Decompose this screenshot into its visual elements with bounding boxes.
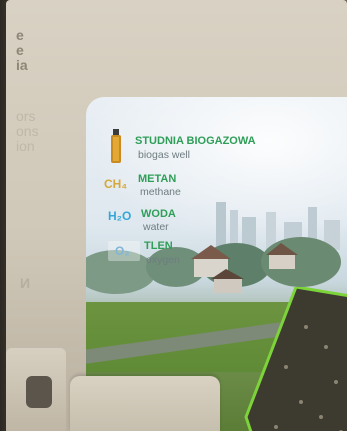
methane-formula: CH₄	[104, 177, 128, 191]
clip-hole	[26, 376, 52, 408]
legend-title-oxygen: TLEN	[144, 240, 173, 252]
biogas-well-icon	[111, 129, 121, 163]
legend-subtitle-methane: methane	[140, 186, 181, 198]
oxygen-formula: O₂	[115, 244, 130, 258]
panel-line: ion	[16, 138, 35, 154]
legend-subtitle-water: water	[143, 221, 169, 233]
mounting-clip	[6, 348, 66, 431]
panel-line: e	[16, 27, 24, 43]
soil-cross-section	[244, 287, 347, 431]
frame-ledge	[70, 376, 220, 431]
water-formula: H₂O	[108, 209, 132, 223]
panel-line: ia	[16, 57, 28, 73]
legend: STUDNIA BIOGAZOWA biogas well CH₄ METAN …	[86, 97, 286, 287]
panel-line: e	[16, 42, 24, 58]
panel-mark: И	[20, 275, 31, 291]
panel-cut-off-text: e e ia ors ons ion	[16, 28, 56, 154]
legend-title-methane: METAN	[138, 173, 177, 185]
legend-subtitle-oxygen: oxygen	[146, 254, 180, 266]
legend-title-biogas-well: STUDNIA BIOGAZOWA	[135, 135, 256, 147]
legend-title-water: WODA	[141, 208, 176, 220]
legend-subtitle-biogas-well: biogas well	[138, 149, 190, 161]
panel-line: ons	[16, 123, 39, 139]
panel-line: ors	[16, 108, 36, 124]
